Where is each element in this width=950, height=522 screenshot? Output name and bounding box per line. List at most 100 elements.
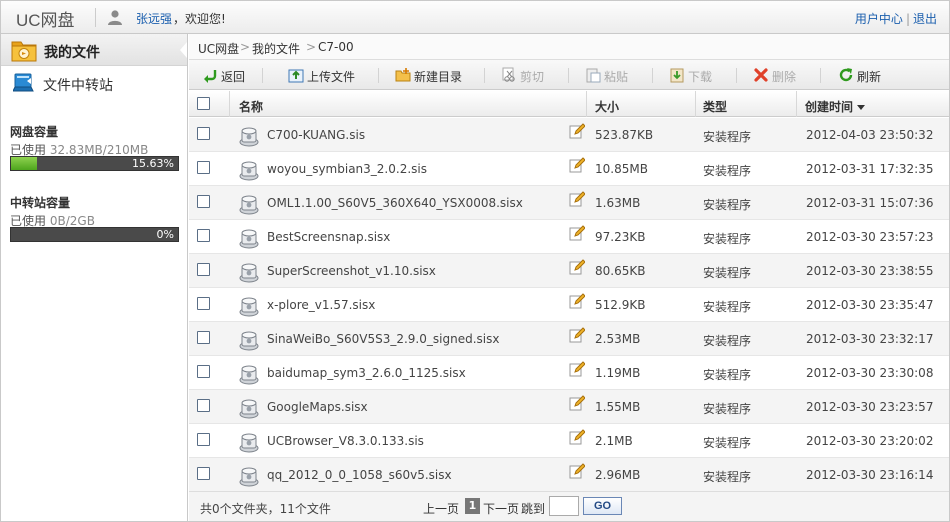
rename-pencil-icon[interactable]	[569, 293, 585, 309]
package-file-icon	[239, 263, 259, 283]
row-checkbox[interactable]	[197, 331, 210, 344]
table-row[interactable]: SuperScreenshot_v1.10.sisx 80.65KB 安装程序 201…	[189, 254, 949, 288]
file-name[interactable]: BestScreensnap.sisx	[267, 230, 390, 244]
file-name[interactable]: SinaWeiBo_S60V5S3_2.9.0_signed.sisx	[267, 332, 499, 346]
row-checkbox[interactable]	[197, 127, 210, 140]
file-type: 安装程序	[703, 334, 752, 348]
file-created-date: 2012-04-03 23:50:32	[806, 128, 934, 142]
row-checkbox[interactable]	[197, 399, 210, 412]
app-logo[interactable]: UC网盘	[16, 6, 75, 31]
table-row[interactable]: x-plore_v1.57.sisx 512.9KB 安装程序 2012-03-30 …	[189, 288, 949, 322]
breadcrumb-separator: >	[240, 40, 251, 54]
logout-link[interactable]: 退出	[913, 12, 937, 26]
welcome-text: ，欢迎您!	[173, 12, 226, 26]
column-header-created[interactable]: 创建时间	[805, 98, 866, 115]
row-checkbox[interactable]	[197, 365, 210, 378]
column-divider	[229, 91, 230, 117]
user-icon	[108, 10, 122, 25]
upload-label: 上传文件	[307, 70, 356, 84]
toolbar-divider	[484, 68, 485, 83]
column-header-name[interactable]: 名称	[239, 98, 263, 115]
toolbar-divider	[736, 68, 737, 83]
rename-pencil-icon[interactable]	[569, 157, 585, 173]
column-header-type[interactable]: 类型	[703, 98, 727, 115]
package-file-icon	[239, 331, 259, 351]
prev-page-link[interactable]: 上一页	[423, 500, 459, 517]
file-name[interactable]: qq_2012_0_0_1058_s60v5.sisx	[267, 468, 452, 482]
cut-label: 剪切	[520, 70, 545, 84]
file-name[interactable]: GoogleMaps.sisx	[267, 400, 368, 414]
go-button[interactable]: GO	[583, 497, 622, 515]
rename-pencil-icon[interactable]	[569, 429, 585, 445]
file-name[interactable]: x-plore_v1.57.sisx	[267, 298, 375, 312]
toolbar: 返回 上传文件 新建目录 剪切 粘贴 下载 删除 刷新	[189, 60, 949, 90]
delete-label: 删除	[772, 70, 797, 84]
file-created-date: 2012-03-30 23:20:02	[806, 434, 934, 448]
file-name[interactable]: C700-KUANG.sis	[267, 128, 365, 142]
file-name[interactable]: woyou_symbian3_2.0.2.sis	[267, 162, 427, 176]
column-header-size[interactable]: 大小	[595, 98, 619, 115]
paste-icon	[586, 68, 601, 83]
row-checkbox[interactable]	[197, 263, 210, 276]
table-row[interactable]: OML1.1.00_S60V5_360X640_YSX0008.sisx 1.63…	[189, 186, 949, 220]
select-all-checkbox[interactable]	[197, 97, 210, 110]
file-size: 2.1MB	[595, 434, 633, 448]
jump-to-label: 跳到	[521, 502, 546, 516]
rename-pencil-icon[interactable]	[569, 327, 585, 343]
download-label: 下载	[688, 70, 713, 84]
file-size: 97.23KB	[595, 230, 646, 244]
file-count-summary: 共0个文件夹，11个文件	[200, 502, 331, 516]
row-checkbox[interactable]	[197, 433, 210, 446]
header-link-separator: |	[905, 12, 910, 26]
table-row[interactable]: woyou_symbian3_2.0.2.sis 10.85MB 安装程序 2012-…	[189, 152, 949, 186]
file-type: 安装程序	[703, 300, 752, 314]
breadcrumb-item-my-files[interactable]: 我的文件	[252, 40, 300, 57]
username-link[interactable]: 张远强	[136, 10, 172, 27]
sidebar-item-my-files[interactable]: 我的文件	[1, 34, 187, 66]
file-name[interactable]: UCBrowser_V8.3.0.133.sis	[267, 434, 424, 448]
active-indicator	[180, 42, 187, 58]
rename-pencil-icon[interactable]	[569, 395, 585, 411]
package-file-icon	[239, 467, 259, 487]
table-row[interactable]: SinaWeiBo_S60V5S3_2.9.0_signed.sisx 2.53M…	[189, 322, 949, 356]
top-header: UC网盘 张远强 ，欢迎您! 用户中心 | 退出	[1, 1, 949, 34]
file-name[interactable]: SuperScreenshot_v1.10.sisx	[267, 264, 436, 278]
sidebar: 我的文件 文件中转站 网盘容量 已使用 32.83MB/210MB 15.63%…	[1, 34, 188, 521]
used-value: 0B/2GB	[49, 214, 95, 228]
file-created-date: 2012-03-30 23:23:57	[806, 400, 934, 414]
rename-pencil-icon[interactable]	[569, 225, 585, 241]
folder-icon	[11, 41, 37, 62]
rename-pencil-icon[interactable]	[569, 191, 585, 207]
user-center-link[interactable]: 用户中心	[855, 12, 903, 26]
table-row[interactable]: GoogleMaps.sisx 1.55MB 安装程序 2012-03-30 23:2…	[189, 390, 949, 424]
column-header-created-label: 创建时间	[805, 100, 854, 114]
row-checkbox[interactable]	[197, 195, 210, 208]
rename-pencil-icon[interactable]	[569, 123, 585, 139]
file-name[interactable]: baidumap_sym3_2.6.0_1125.sisx	[267, 366, 466, 380]
row-checkbox[interactable]	[197, 229, 210, 242]
rename-pencil-icon[interactable]	[569, 463, 585, 479]
scissors-icon	[502, 67, 515, 82]
package-file-icon	[239, 297, 259, 317]
row-checkbox[interactable]	[197, 161, 210, 174]
table-row[interactable]: qq_2012_0_0_1058_s60v5.sisx 2.96MB 安装程序 201…	[189, 458, 949, 492]
file-name[interactable]: OML1.1.00_S60V5_360X640_YSX0008.sisx	[267, 196, 523, 210]
table-row[interactable]: UCBrowser_V8.3.0.133.sis 2.1MB 安装程序 2012-03…	[189, 424, 949, 458]
row-checkbox[interactable]	[197, 467, 210, 480]
file-list-footer: 共0个文件夹，11个文件 上一页 1 下一页 跳到 GO	[189, 491, 949, 521]
current-page-number[interactable]: 1	[465, 498, 480, 514]
toolbar-divider	[652, 68, 653, 83]
toolbar-divider	[378, 68, 379, 83]
table-row[interactable]: BestScreensnap.sisx 97.23KB 安装程序 2012-03-30…	[189, 220, 949, 254]
table-row[interactable]: baidumap_sym3_2.6.0_1125.sisx 1.19MB 安装程序 2…	[189, 356, 949, 390]
sidebar-item-transfer-station[interactable]: 文件中转站	[1, 67, 187, 99]
jump-page-input[interactable]	[549, 496, 579, 516]
sidebar-item-label: 文件中转站	[43, 78, 113, 94]
row-checkbox[interactable]	[197, 297, 210, 310]
rename-pencil-icon[interactable]	[569, 361, 585, 377]
next-page-link[interactable]: 下一页	[483, 500, 519, 517]
rename-pencil-icon[interactable]	[569, 259, 585, 275]
toolbar-divider	[820, 68, 821, 83]
table-row[interactable]: C700-KUANG.sis 523.87KB 安装程序 2012-04-03 23:…	[189, 118, 949, 152]
breadcrumb-item-root[interactable]: UC网盘	[198, 40, 239, 57]
